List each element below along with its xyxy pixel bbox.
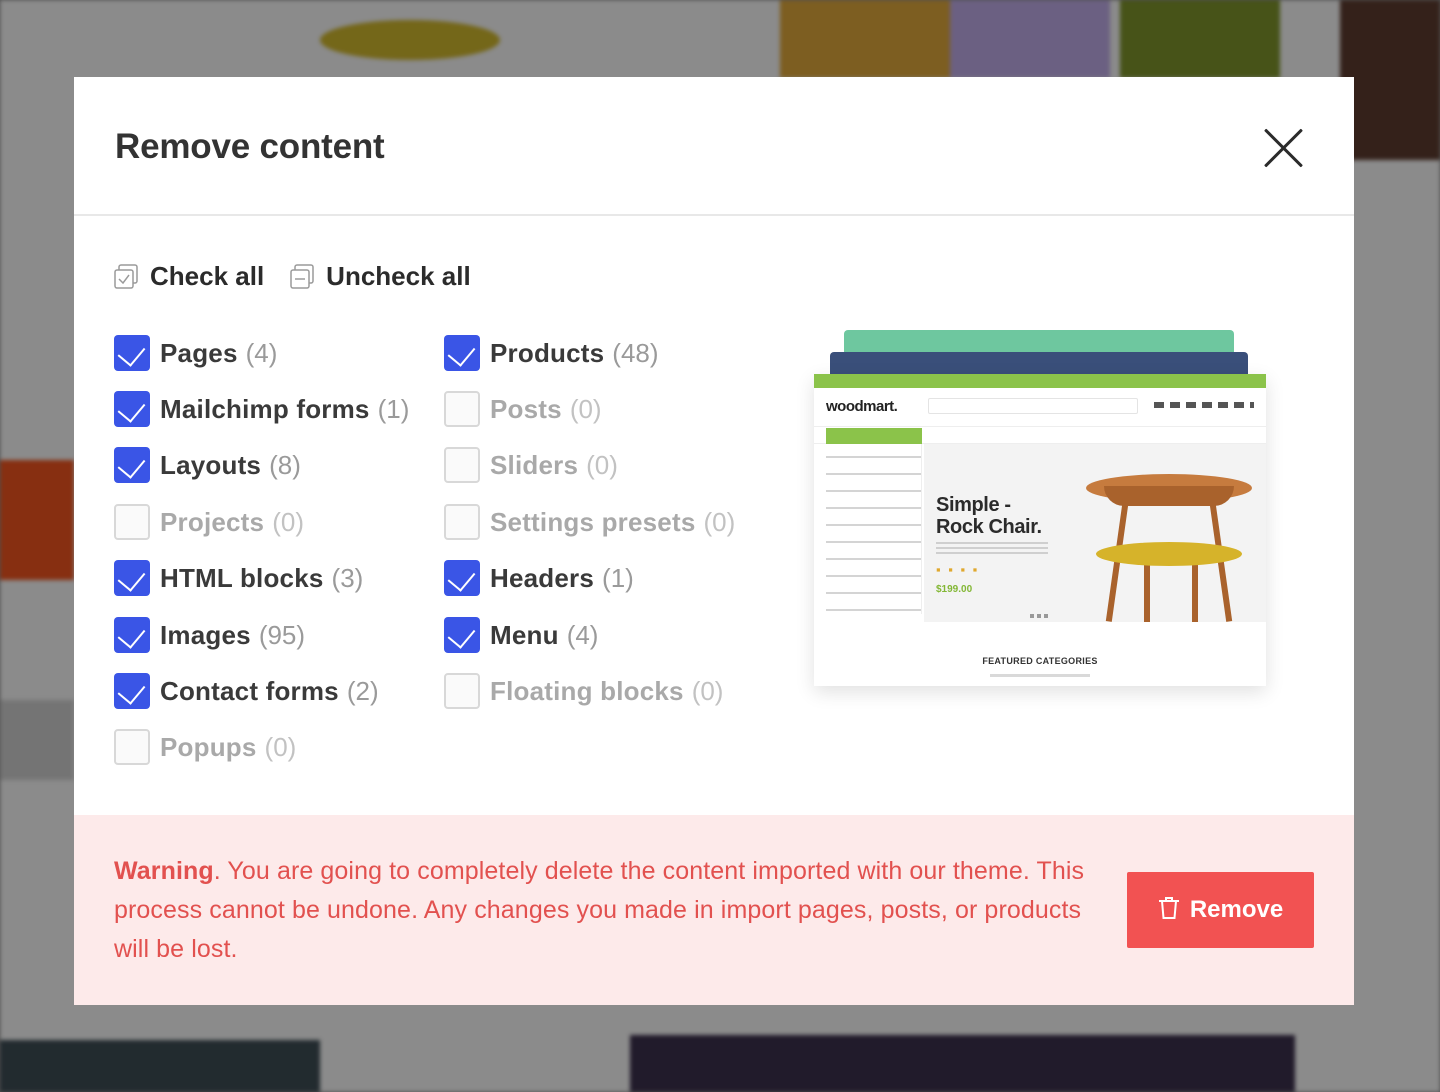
uncheck-all-label: Uncheck all	[326, 260, 471, 291]
preview-featured-subtext	[990, 674, 1090, 677]
preview-chair-icons: ▪ ▪ ▪ ▪	[936, 562, 980, 577]
checkbox-checked[interactable]	[114, 560, 150, 596]
option-label: Popups	[160, 731, 257, 762]
option-label: Settings presets	[490, 506, 696, 537]
checkbox-checked[interactable]	[114, 391, 150, 427]
option-html-blocks[interactable]: HTML blocks (3)	[114, 558, 363, 598]
option-count: (1)	[377, 393, 410, 424]
option-headers[interactable]: Headers (1)	[444, 558, 634, 598]
option-count: (48)	[612, 337, 659, 368]
chair-backrest-shadow	[1104, 486, 1234, 506]
preview-slider-dots	[1030, 614, 1048, 618]
demo-preview-image: woodmart. Simple - Rock Chair. ▪ ▪ ▪ ▪ $…	[814, 330, 1266, 690]
option-count: (0)	[569, 393, 602, 424]
chair-seat	[1096, 542, 1242, 566]
modal-header: Remove content	[74, 77, 1354, 216]
option-count: (0)	[703, 506, 736, 537]
option-mailchimp-forms[interactable]: Mailchimp forms (1)	[114, 389, 409, 429]
option-label: Products	[490, 337, 605, 368]
checkbox-checked[interactable]	[444, 617, 480, 653]
option-contact-forms[interactable]: Contact forms (2)	[114, 671, 379, 711]
checkbox-checked[interactable]	[114, 617, 150, 653]
option-pages[interactable]: Pages (4)	[114, 333, 277, 373]
option-label: Sliders	[490, 449, 579, 480]
checkbox-unchecked[interactable]	[444, 673, 480, 709]
option-popups[interactable]: Popups (0)	[114, 727, 296, 767]
warning-footer: Warning. You are going to completely del…	[74, 815, 1354, 1005]
modal-title: Remove content	[115, 127, 385, 166]
option-label: Contact forms	[160, 675, 339, 706]
option-label: Layouts	[160, 449, 262, 480]
remove-content-modal: Remove content Check all Uncheck all Pag…	[74, 77, 1354, 1005]
checkbox-unchecked[interactable]	[114, 504, 150, 540]
close-icon[interactable]	[1262, 127, 1306, 171]
option-label: Headers	[490, 562, 595, 593]
checkbox-unchecked[interactable]	[444, 504, 480, 540]
warning-text: . You are going to completely delete the…	[114, 857, 1085, 963]
option-count: (1)	[602, 562, 634, 593]
check-all-icon	[114, 264, 138, 289]
option-count: (95)	[258, 619, 306, 650]
preview-header-icons	[1154, 402, 1254, 408]
option-menu[interactable]: Menu (4)	[444, 615, 598, 655]
option-count: (8)	[269, 449, 301, 480]
preview-headline-line1: Simple -	[936, 494, 1011, 516]
option-floating-blocks[interactable]: Floating blocks (0)	[444, 671, 723, 711]
option-label: HTML blocks	[160, 562, 324, 593]
option-label: Pages	[160, 337, 238, 368]
checkbox-unchecked[interactable]	[444, 391, 480, 427]
check-all-button[interactable]: Check all	[114, 261, 264, 292]
warning-message: Warning. You are going to completely del…	[114, 852, 1104, 969]
preview-topbar	[814, 374, 1266, 388]
remove-button-label: Remove	[1189, 896, 1284, 923]
uncheck-all-button[interactable]: Uncheck all	[290, 261, 471, 292]
preview-logo: woodmart.	[826, 398, 898, 415]
preview-headline-line2: Rock Chair.	[936, 516, 1042, 538]
warning-label: Warning	[114, 857, 214, 885]
option-label: Menu	[490, 619, 559, 650]
checkbox-unchecked[interactable]	[444, 447, 480, 483]
option-count: (3)	[331, 562, 364, 593]
option-label: Mailchimp forms	[160, 393, 370, 424]
preview-featured-title: FEATURED CATEGORIES	[982, 656, 1098, 666]
option-layouts[interactable]: Layouts (8)	[114, 445, 301, 485]
option-count: (4)	[245, 337, 278, 368]
uncheck-all-icon	[290, 264, 314, 289]
checkbox-checked[interactable]	[444, 560, 480, 596]
option-settings-presets[interactable]: Settings presets (0)	[444, 502, 735, 542]
option-count: (2)	[346, 675, 379, 706]
preview-sidebar	[826, 444, 922, 614]
option-images[interactable]: Images (95)	[114, 615, 305, 655]
option-count: (0)	[691, 675, 724, 706]
remove-button[interactable]: Remove	[1127, 872, 1314, 948]
checkbox-checked[interactable]	[114, 447, 150, 483]
preview-subtext	[936, 542, 1048, 554]
preview-categories-button	[826, 428, 922, 444]
option-count: (0)	[586, 449, 618, 480]
preview-search	[928, 398, 1138, 414]
bulk-actions: Check all Uncheck all	[114, 258, 497, 294]
trash-icon	[1158, 896, 1180, 925]
checkbox-checked[interactable]	[444, 335, 480, 371]
option-sliders[interactable]: Sliders (0)	[444, 445, 618, 485]
checkbox-checked[interactable]	[114, 335, 150, 371]
option-label: Floating blocks	[490, 675, 684, 706]
preview-headline: Simple - Rock Chair.	[936, 494, 1042, 538]
option-count: (0)	[264, 731, 297, 762]
option-products[interactable]: Products (48)	[444, 333, 659, 373]
checkbox-checked[interactable]	[114, 673, 150, 709]
checkbox-unchecked[interactable]	[114, 729, 150, 765]
check-all-label: Check all	[150, 260, 265, 291]
option-count: (4)	[566, 619, 599, 650]
preview-price: $199.00	[936, 584, 973, 595]
option-count: (0)	[272, 506, 304, 537]
option-projects[interactable]: Projects (0)	[114, 502, 304, 542]
option-label: Images	[160, 619, 251, 650]
option-label: Posts	[490, 393, 562, 424]
option-label: Projects	[160, 506, 265, 537]
option-posts[interactable]: Posts (0)	[444, 389, 602, 429]
preview-layer-front: woodmart. Simple - Rock Chair. ▪ ▪ ▪ ▪ $…	[814, 374, 1266, 686]
